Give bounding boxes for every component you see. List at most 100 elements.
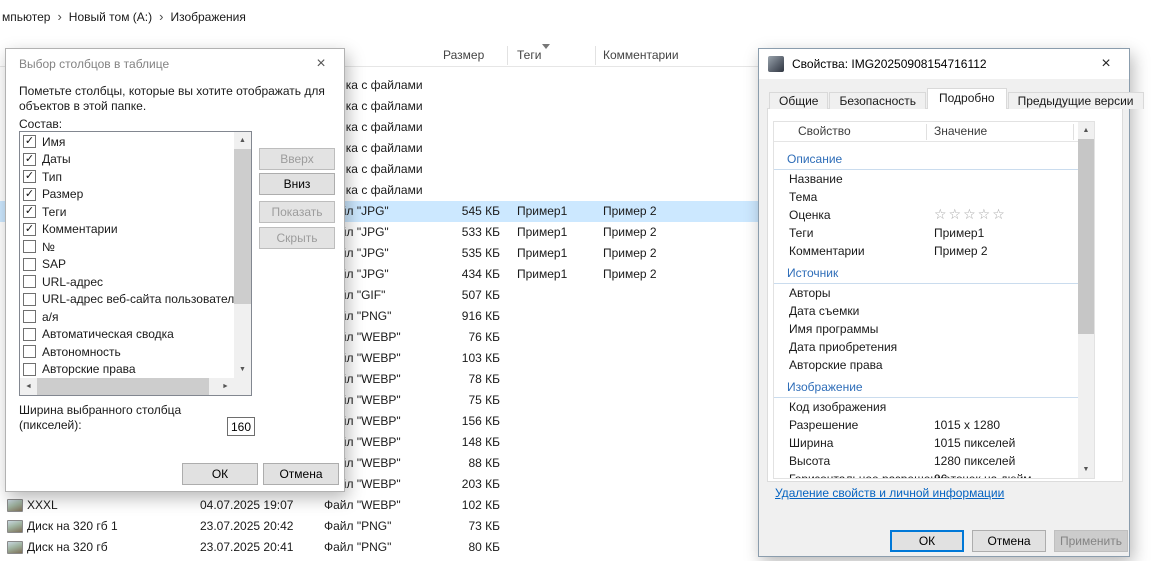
file-row[interactable]: Диск на 320 гб 23.07.2025 20:41 Файл "PNG"…	[0, 537, 758, 558]
column-option-label: Автономность	[42, 344, 121, 359]
ok-button[interactable]: ОК	[890, 530, 964, 552]
breadcrumb-separator-icon: ›	[159, 9, 164, 24]
checkbox[interactable]	[23, 345, 36, 359]
column-option[interactable]: Авторские права	[20, 361, 234, 379]
property-row[interactable]: Код изображения	[774, 398, 1078, 416]
scroll-right-icon[interactable]: ►	[217, 378, 234, 395]
file-name: Диск на 320 гб 1	[27, 519, 118, 533]
tab-strip: Общие Безопасность Подробно Предыдущие верс…	[769, 88, 1145, 109]
property-row[interactable]: Имя программы	[774, 320, 1078, 338]
scroll-left-icon[interactable]: ◄	[20, 378, 37, 395]
checkbox[interactable]: ✓	[23, 135, 36, 149]
breadcrumb-item[interactable]: Изображения	[170, 10, 245, 24]
property-row[interactable]: Тема	[774, 188, 1078, 206]
hide-button[interactable]: Скрыть	[259, 227, 335, 249]
checkbox[interactable]	[23, 240, 36, 254]
dialog-titlebar[interactable]: Свойства: IMG20250908154716112 ×	[759, 49, 1129, 79]
checkbox[interactable]: ✓	[23, 152, 36, 166]
file-size: 80 КБ	[468, 540, 500, 554]
column-option[interactable]: а/я	[20, 308, 234, 326]
column-option[interactable]: Автоматическая сводка	[20, 326, 234, 344]
scroll-down-icon[interactable]: ▼	[1078, 461, 1094, 478]
column-option[interactable]: URL-адрес	[20, 273, 234, 291]
move-down-button[interactable]: Вниз	[259, 173, 335, 195]
checkbox[interactable]: ✓	[23, 205, 36, 219]
property-row[interactable]: Дата съемки	[774, 302, 1078, 320]
show-button[interactable]: Показать	[259, 201, 335, 223]
column-option-label: а/я	[42, 309, 59, 324]
scroll-up-icon[interactable]: ▲	[234, 132, 251, 149]
column-option[interactable]: ✓ Размер	[20, 186, 234, 204]
tab-general[interactable]: Общие	[769, 92, 829, 109]
file-row[interactable]: XXXL 04.07.2025 19:07 Файл "WEBP" 102 КБ	[0, 495, 758, 516]
breadcrumb-separator-icon: ›	[57, 9, 62, 24]
file-comments: Пример 2	[603, 246, 657, 260]
property-row[interactable]: Оценка ☆☆☆☆☆	[774, 206, 1078, 224]
property-row[interactable]: Авторы	[774, 284, 1078, 302]
apply-button[interactable]: Применить	[1054, 530, 1128, 552]
checkbox[interactable]: ✓	[23, 187, 36, 201]
scroll-down-icon[interactable]: ▼	[234, 361, 251, 378]
scrollbar-thumb[interactable]	[234, 149, 251, 304]
column-header-tags[interactable]: Теги	[517, 48, 541, 62]
checkbox[interactable]	[23, 310, 36, 324]
checkbox[interactable]: ✓	[23, 170, 36, 184]
file-row[interactable]: Диск на 320 гб 1 23.07.2025 20:42 Файл "PN…	[0, 516, 758, 537]
checkbox[interactable]	[23, 275, 36, 289]
dialog-titlebar[interactable]: Выбор столбцов в таблице ×	[6, 49, 344, 79]
column-option-label: URL-адрес	[42, 274, 104, 289]
property-row[interactable]: Дата приобретения	[774, 338, 1078, 356]
column-option[interactable]: URL-адрес веб-сайта пользователя	[20, 291, 234, 309]
vertical-scrollbar[interactable]: ▲ ▼	[234, 132, 251, 378]
file-tags: Пример1	[517, 204, 568, 218]
property-row[interactable]: Ширина 1015 пикселей	[774, 434, 1078, 452]
checkbox[interactable]	[23, 257, 36, 271]
property-row[interactable]: Разрешение 1015 x 1280	[774, 416, 1078, 434]
column-option[interactable]: SAP	[20, 256, 234, 274]
horizontal-scrollbar[interactable]: ◄ ►	[20, 378, 234, 395]
remove-properties-link[interactable]: Удаление свойств и личной информации	[775, 486, 1004, 500]
breadcrumb-item[interactable]: мпьютер	[2, 10, 50, 24]
rating-stars[interactable]: ☆☆☆☆☆	[934, 206, 1007, 222]
column-header-size[interactable]: Размер	[443, 48, 484, 62]
scrollbar-thumb[interactable]	[1078, 139, 1094, 334]
column-option[interactable]: ✓ Теги	[20, 203, 234, 221]
close-icon[interactable]: ×	[299, 50, 343, 78]
column-option[interactable]: ✓ Тип	[20, 168, 234, 186]
property-row[interactable]: Высота 1280 пикселей	[774, 452, 1078, 470]
checkbox[interactable]	[23, 362, 36, 376]
column-option[interactable]: ✓ Имя	[20, 133, 234, 151]
column-header-comments[interactable]: Комментарии	[603, 48, 679, 62]
property-column-header[interactable]: Свойство	[798, 122, 851, 142]
cancel-button[interactable]: Отмена	[972, 530, 1046, 552]
property-row[interactable]: Горизонтальное разрешение96 точек на дюй…	[774, 470, 1078, 478]
column-width-input[interactable]	[227, 417, 255, 436]
scrollbar-thumb[interactable]	[37, 378, 209, 395]
value-column-header[interactable]: Значение	[934, 122, 987, 142]
column-option-label: №	[42, 239, 55, 254]
tab-details[interactable]: Подробно	[927, 88, 1007, 109]
column-option-label: Авторские права	[42, 362, 136, 377]
checkbox[interactable]	[23, 327, 36, 341]
column-option[interactable]: ✓ Даты	[20, 151, 234, 169]
property-row[interactable]: Авторские права	[774, 356, 1078, 374]
breadcrumb-item[interactable]: Новый том (A:)	[69, 10, 152, 24]
scroll-up-icon[interactable]: ▲	[1078, 122, 1094, 139]
property-row[interactable]: Теги Пример1	[774, 224, 1078, 242]
tags-filter-chevron-icon[interactable]	[542, 44, 550, 49]
column-option[interactable]: №	[20, 238, 234, 256]
tab-previous-versions[interactable]: Предыдущие версии	[1007, 92, 1144, 109]
ok-button[interactable]: ОК	[182, 463, 258, 485]
file-size: 148 КБ	[461, 435, 500, 449]
property-row[interactable]: Название	[774, 170, 1078, 188]
checkbox[interactable]: ✓	[23, 222, 36, 236]
column-option[interactable]: ✓ Комментарии	[20, 221, 234, 239]
property-row[interactable]: Комментарии Пример 2	[774, 242, 1078, 260]
cancel-button[interactable]: Отмена	[263, 463, 339, 485]
move-up-button[interactable]: Вверх	[259, 148, 335, 170]
column-option[interactable]: Автономность	[20, 343, 234, 361]
tab-security[interactable]: Безопасность	[829, 92, 927, 109]
vertical-scrollbar[interactable]: ▲ ▼	[1078, 122, 1094, 478]
close-icon[interactable]: ×	[1084, 50, 1128, 78]
checkbox[interactable]	[23, 292, 36, 306]
